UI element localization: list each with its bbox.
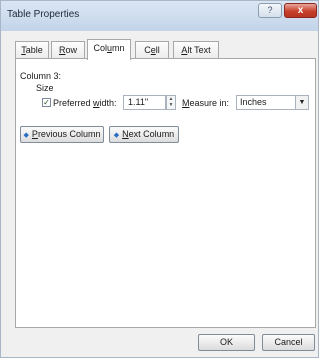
tab-row[interactable]: Row	[51, 41, 85, 59]
measure-in-select[interactable]: Inches ▼	[236, 95, 309, 110]
size-group-label: Size	[36, 83, 54, 93]
measure-in-value: Inches	[240, 97, 267, 107]
close-icon: x	[297, 5, 304, 16]
preferred-width-checkbox[interactable]: ✓	[42, 98, 51, 107]
column-heading: Column 3:	[20, 71, 62, 81]
title-bar[interactable]: Table Properties ? x	[1, 1, 318, 31]
ok-button[interactable]: OK	[198, 334, 255, 351]
dialog-title: Table Properties	[7, 9, 80, 20]
help-icon: ?	[267, 5, 273, 15]
arrow-left-icon: ◆	[23, 132, 29, 139]
column-tab-panel: Column 3: Size ✓ Preferred width: 1.11" …	[15, 58, 316, 328]
next-column-button[interactable]: ◆ Next Column	[109, 126, 179, 143]
table-properties-dialog: Table Properties ? x Table Row Column Ce…	[0, 0, 319, 358]
width-spinner[interactable]: ▲ ▼	[166, 95, 176, 110]
tab-alt-text[interactable]: Alt Text	[173, 41, 219, 59]
previous-column-button[interactable]: ◆ Previous Column	[20, 126, 104, 143]
close-button[interactable]: x	[284, 3, 317, 18]
chevron-down-icon[interactable]: ▼	[295, 96, 308, 109]
spin-down-icon[interactable]: ▼	[169, 102, 174, 108]
preferred-width-input[interactable]: 1.11"	[123, 95, 166, 110]
preferred-width-label[interactable]: Preferred width:	[53, 98, 117, 108]
measure-in-label: Measure in:	[182, 98, 230, 108]
tab-table[interactable]: Table	[15, 41, 49, 59]
tab-cell[interactable]: Cell	[135, 41, 169, 59]
cancel-button[interactable]: Cancel	[262, 334, 315, 351]
tab-column[interactable]: Column	[87, 39, 131, 60]
help-button[interactable]: ?	[258, 3, 282, 18]
arrow-right-icon: ◆	[113, 132, 120, 139]
